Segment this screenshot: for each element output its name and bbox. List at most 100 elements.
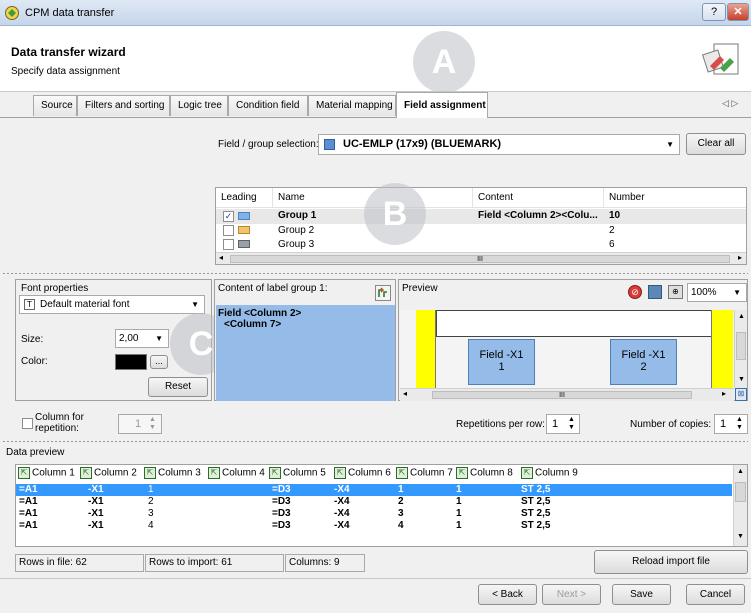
back-button[interactable]: < Back (478, 584, 537, 605)
column-mapping-icon: ⇱ (334, 467, 346, 479)
tab-material-mapping[interactable]: Material mapping (308, 95, 396, 116)
column-header-label: Column 8 (470, 467, 513, 479)
table-row[interactable]: Group 3 6 (216, 238, 746, 252)
scroll-right-icon[interactable]: ▸ (722, 389, 726, 398)
column-header-content[interactable]: Content (473, 188, 604, 208)
tab-logic-tree[interactable]: Logic tree (170, 95, 228, 116)
zoom-icon[interactable]: ⊕ (668, 285, 683, 299)
column-header-number[interactable]: Number (604, 188, 746, 208)
table-cell: =A1 (19, 508, 38, 519)
table-row[interactable]: =A1 -X1 4 =D3 -X4 4 1 ST 2,5 (16, 520, 732, 532)
table-row[interactable]: =A1 -X1 2 =D3 -X4 2 1 ST 2,5 (16, 496, 732, 508)
scroll-down-icon[interactable]: ▼ (737, 533, 744, 540)
table-cell: 1 (398, 484, 404, 495)
table-cell: 4 (398, 520, 404, 531)
column-header-7[interactable]: ⇱ Column 7 (396, 467, 456, 483)
scroll-left-icon[interactable]: ◂ (403, 389, 407, 398)
no-entry-icon[interactable]: ⊘ (628, 285, 642, 299)
spinner-arrows-icon[interactable]: ▲ ▼ (568, 416, 575, 432)
font-select[interactable]: T Default material font ▼ (19, 295, 205, 314)
group-name: Group 2 (278, 225, 315, 236)
clear-all-button[interactable]: Clear all (686, 133, 746, 155)
scroll-up-icon[interactable]: ▲ (738, 313, 745, 320)
scroll-right-icon[interactable]: ▸ (738, 253, 742, 262)
reset-button[interactable]: Reset (148, 377, 208, 397)
next-button[interactable]: Next > (542, 584, 601, 605)
label-view-icon[interactable] (648, 285, 662, 299)
column-header-3[interactable]: ⇱ Column 3 (144, 467, 208, 483)
leading-checkbox[interactable] (223, 225, 234, 236)
repetitions-per-row-spinner[interactable]: 1 ▲ ▼ (546, 414, 580, 434)
preview-cell[interactable]: Field -X1 1 (468, 339, 535, 385)
groups-horizontal-scrollbar[interactable]: ◂ III ▸ (216, 252, 746, 264)
table-cell: 1 (456, 484, 462, 495)
column-for-repetition-label-2: repetition: (35, 423, 79, 434)
splitter[interactable] (3, 441, 748, 442)
scroll-thumb[interactable] (735, 482, 746, 502)
column-header-label: Column 1 (32, 467, 75, 479)
column-header-5[interactable]: ⇱ Column 5 (269, 467, 334, 483)
field-group-select[interactable]: UC-EMLP (17x9) (BLUEMARK) ▼ (318, 134, 680, 155)
scroll-left-icon[interactable]: ◂ (219, 253, 223, 262)
column-for-repetition-value: 1 (135, 418, 142, 430)
table-row[interactable]: =A1 -X1 1 =D3 -X4 1 1 ST 2,5 (16, 484, 732, 496)
table-row[interactable]: Group 2 2 (216, 224, 746, 238)
column-for-repetition-checkbox[interactable] (22, 418, 33, 429)
column-mapping-icon: ⇱ (456, 467, 468, 479)
scroll-thumb[interactable] (736, 332, 746, 360)
group-color-swatch (238, 226, 250, 234)
column-header-1[interactable]: ⇱ Column 1 (18, 467, 80, 483)
column-header-8[interactable]: ⇱ Column 8 (456, 467, 521, 483)
table-row[interactable]: =A1 -X1 3 =D3 -X4 3 1 ST 2,5 (16, 508, 732, 520)
leading-checkbox[interactable] (223, 239, 234, 250)
save-button[interactable]: Save (612, 584, 671, 605)
label-content-editor[interactable]: Field <Column 2> <Column 7> (216, 305, 395, 401)
wizard-subtitle: Specify data assignment (11, 66, 120, 77)
color-swatch[interactable] (115, 354, 147, 370)
column-header-label: Column 7 (410, 467, 453, 479)
spinner-arrows-icon[interactable]: ▲ ▼ (149, 416, 156, 432)
tab-source[interactable]: Source (33, 95, 77, 116)
splitter[interactable] (3, 273, 748, 274)
group-color-swatch (238, 212, 250, 220)
leading-checkbox[interactable]: ✓ (223, 211, 234, 222)
zoom-select[interactable]: 100% ▼ (687, 283, 747, 302)
column-header-9[interactable]: ⇱ Column 9 (521, 467, 586, 483)
close-button[interactable]: ✕ (727, 3, 749, 21)
column-header-4[interactable]: ⇱ Column 4 (208, 467, 269, 483)
column-mapping-icon: ⇱ (144, 467, 156, 479)
help-button[interactable]: ? (702, 3, 726, 21)
reload-import-file-button[interactable]: Reload import file (594, 550, 748, 574)
column-header-leading[interactable]: Leading (216, 188, 273, 208)
number-of-copies-spinner[interactable]: 1 ▲ ▼ (714, 414, 748, 434)
data-preview-vertical-scrollbar[interactable]: ▲ ▼ (733, 465, 747, 546)
preview-horizontal-scrollbar[interactable]: ◂ III ▸ (400, 388, 734, 401)
column-header-6[interactable]: ⇱ Column 6 (334, 467, 396, 483)
spinner-arrows-icon[interactable]: ▲ ▼ (736, 416, 743, 432)
scroll-down-icon[interactable]: ▼ (738, 376, 745, 383)
repetitions-per-row-label: Repetitions per row: (456, 419, 545, 430)
tab-filters-and-sorting[interactable]: Filters and sorting (77, 95, 170, 116)
size-select[interactable]: 2,00 ▼ (115, 329, 169, 348)
color-picker-button[interactable]: ... (150, 355, 168, 369)
cancel-button[interactable]: Cancel (686, 584, 745, 605)
repetitions-per-row-value: 1 (552, 418, 559, 430)
scroll-up-icon[interactable]: ▲ (737, 468, 744, 475)
tab-field-assignment[interactable]: Field assignment (396, 92, 488, 118)
scroll-thumb[interactable]: III (230, 255, 730, 263)
tab-scroll-arrows[interactable]: ◁ ▷ (722, 98, 738, 109)
edit-fields-icon[interactable] (375, 285, 391, 301)
preview-vertical-scrollbar[interactable]: ▲ ▼ (734, 310, 747, 388)
fit-view-icon[interactable]: ⊠ (735, 388, 747, 401)
column-mapping-icon: ⇱ (521, 467, 533, 479)
chevron-down-icon: ▼ (191, 300, 199, 309)
size-label: Size: (21, 334, 44, 345)
table-cell: =D3 (272, 496, 291, 507)
column-header-2[interactable]: ⇱ Column 2 (80, 467, 144, 483)
preview-cell[interactable]: Field -X1 2 (610, 339, 677, 385)
table-row[interactable]: ✓ Group 1 Field <Column 2><Colu... 10 (216, 209, 746, 224)
column-for-repetition-spinner[interactable]: 1 ▲ ▼ (118, 414, 162, 434)
column-header-label: Column 6 (348, 467, 391, 479)
tab-condition-field[interactable]: Condition field (228, 95, 308, 116)
scroll-thumb[interactable]: III (432, 391, 692, 399)
